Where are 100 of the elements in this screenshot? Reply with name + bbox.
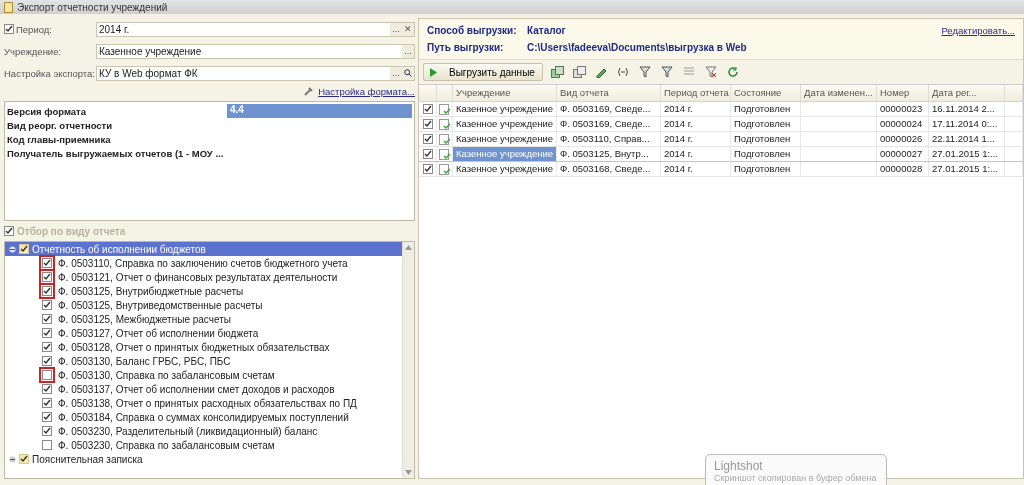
clear-button[interactable]: ✕ [402,22,414,36]
table-cell: Ф. 0503125, Внутр... [557,147,661,161]
checkbox[interactable] [42,426,52,436]
table-cell: Подготовлен [731,102,801,116]
choice-button[interactable]: ... [402,44,414,58]
tree-item[interactable]: Ф. 0503230, Разделительный (ликвидационный) баланс [5,424,402,438]
edit-link[interactable]: Редактировать... [941,25,1015,36]
notification-title: Lightshot [714,459,764,473]
choice-button[interactable]: ... [390,66,402,80]
column-header[interactable]: Вид отчета [557,85,661,101]
info-value: C:\Users\fadeeva\Documents\выгрузка в Web [527,42,748,53]
tree-item[interactable]: Ф. 0503127, Отчет об исполнении бюджета [5,326,402,340]
checkbox[interactable] [42,398,52,408]
column-header[interactable]: Период отчета [661,85,731,101]
table-row[interactable]: Казенное учреждение Ф. 0503169, Сведе... 2014 г. Подготовлен 00000024 17.11.2014 0:... [419,117,1023,132]
checkbox[interactable] [42,384,52,394]
table-cell: Казенное учреждение [453,162,557,176]
checkbox[interactable] [42,342,52,352]
table-cell: 16.11.2014 2... [929,102,1005,116]
input-field[interactable]: Казенное учреждение ... [96,43,415,59]
tree-item[interactable]: Ф. 0503125, Внутрибюджетные расчеты [5,284,402,298]
checkbox[interactable] [42,314,52,324]
tree-item[interactable]: Ф. 0503125, Межбюджетные расчеты [5,312,402,326]
checkbox[interactable] [422,134,433,144]
filter-label: Отбор по виду отчета [17,225,126,237]
checkbox[interactable] [42,356,52,366]
table-row[interactable]: Казенное учреждение Ф. 0503168, Сведе... 2014 г. Подготовлен 00000028 27.01.2015 1:... [419,162,1023,177]
document-check-icon [438,103,451,115]
field-label: Период: [16,23,53,35]
tree-item[interactable]: Ф. 0503137, Отчет об исполнении смет доходов и расходов [5,382,402,396]
checkbox[interactable] [19,244,29,254]
checkbox[interactable] [422,149,433,159]
parameter-name: Код главы-приемника [7,133,112,145]
format-settings-link[interactable]: Настройка формата... [318,85,415,97]
tree-item[interactable]: Ф. 0503121, Отчет о финансовых результатах деятельности [5,270,402,284]
tree-group[interactable]: Пояснительная записка [5,452,402,466]
table-cell: 27.01.2015 1:... [929,147,1005,161]
table-cell: Ф. 0503169, Сведе... [557,102,661,116]
table-cell: Подготовлен [731,147,801,161]
checkbox[interactable] [4,24,14,34]
checkbox[interactable] [422,104,433,114]
refresh-icon[interactable] [725,64,741,80]
tree-item[interactable]: Ф. 0503130, Баланс ГРБС, РБС, ПБС [5,354,402,368]
table-cell: 2014 г. [661,147,731,161]
table-cell: 2014 г. [661,162,731,176]
tree-item[interactable]: Ф. 0503184, Справка о суммах консолидируемых поступлений [5,410,402,424]
tree-item[interactable]: Ф. 0503110, Справка по заключению счетов бюджетного учета [5,256,402,270]
table-row[interactable]: Казенное учреждение Ф. 0503110, Справ... 2014 г. Подготовлен 00000026 22.11.2014 1... [419,132,1023,147]
search-button[interactable] [402,66,414,80]
collapse-icon[interactable] [9,455,16,463]
tree-item[interactable]: Ф. 0503130, Справка по забалансовым счетам [5,368,402,382]
column-header[interactable]: Учреждение [453,85,557,101]
table-cell: Казенное учреждение [453,147,557,161]
tree-item[interactable]: Ф. 0503125, Внутриведомственные расчеты [5,298,402,312]
pages-icon[interactable] [571,64,587,80]
tree-item[interactable]: Ф. 0503128, Отчет о принятых бюджетных обязательствах [5,340,402,354]
copy-icon[interactable] [549,64,565,80]
export-button[interactable]: Выгрузить данные [423,63,543,81]
checkbox[interactable] [42,412,52,422]
input-field[interactable]: КУ в Web формат ФК ... [96,65,415,81]
table-cell: 17.11.2014 0:... [929,117,1005,131]
tree-item[interactable]: Ф. 0503138, Отчет о принятых расходных обязательствах по ПД [5,396,402,410]
table-cell: 00000023 [877,102,929,116]
document-check-icon [438,163,451,175]
column-header[interactable]: Дата изменен... [801,85,877,101]
checkbox[interactable] [4,226,14,236]
filter-icon[interactable] [637,64,653,80]
filter-icon[interactable] [659,64,675,80]
parameter-name: Получатель выгружаемых отчетов (1 - МОУ ... [7,147,225,159]
notification-text: Скриншот скопирован в буфер обмена [714,473,878,483]
checkbox[interactable] [42,328,52,338]
input-field[interactable]: 2014 г. ... ✕ [96,21,415,37]
checkbox[interactable] [422,119,433,129]
field-label: Настройка экспорта: [4,67,96,79]
document-check-icon [438,118,451,130]
table-cell: 2014 г. [661,117,731,131]
column-header[interactable]: Дата рег... [929,85,1005,101]
column-header[interactable]: Номер [877,85,929,101]
table-cell: Казенное учреждение [453,117,557,131]
table-cell: Ф. 0503169, Сведе... [557,117,661,131]
table-row[interactable]: Казенное учреждение Ф. 0503125, Внутр... 2014 г. Подготовлен 00000027 27.01.2015 1:... [419,147,1023,162]
choice-button[interactable]: ... [390,22,402,36]
table-cell: 00000027 [877,147,929,161]
window-title: Экспорт отчетности учреждений [17,1,168,13]
column-header[interactable]: Состояние [731,85,801,101]
clear-filter-icon[interactable] [703,64,719,80]
info-label: Путь выгрузки: [427,42,505,53]
tree-group[interactable]: Отчетность об исполнении бюджетов [5,242,402,256]
checkbox[interactable] [42,300,52,310]
document-check-icon [438,133,451,145]
table-cell: 00000026 [877,132,929,146]
table-cell: 22.11.2014 1... [929,132,1005,146]
document-icon [4,1,13,13]
checkbox[interactable] [42,440,52,450]
table-row[interactable]: Казенное учреждение Ф. 0503169, Сведе... 2014 г. Подготовлен 00000023 16.11.2014 2... [419,102,1023,117]
tree-item[interactable]: Ф. 0503230, Справка по забалансовым счетам [5,438,402,452]
collapse-icon[interactable] [9,245,16,253]
table-cell: Казенное учреждение [453,102,557,116]
checkbox[interactable] [422,164,433,174]
checkbox[interactable] [19,454,29,464]
